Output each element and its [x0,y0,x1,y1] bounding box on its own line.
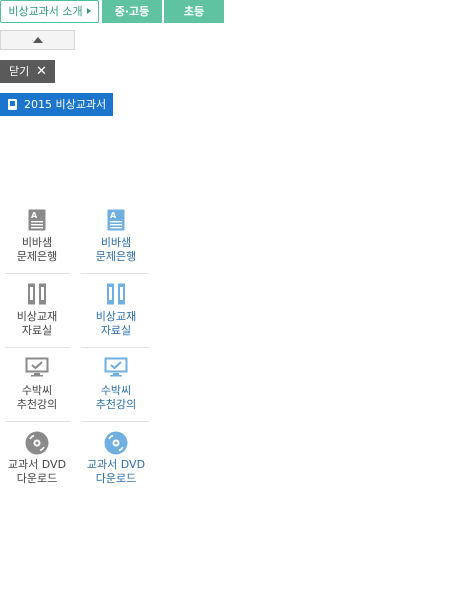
disc-icon [25,431,49,455]
dvd-download-line2: 다운로드 [16,472,58,485]
book-icon [8,99,17,110]
recommended-lecture-line2: 추천강의 [95,398,137,411]
binder-icon [28,283,46,305]
chevron-up-icon [33,37,43,43]
svg-text:A: A [110,211,117,220]
material-library-link-blue[interactable]: 비상교재 자료실 [79,274,153,347]
tab-textbook-intro-label: 비상교과서 소개 [8,5,83,18]
recommended-lecture-line1: 수박씨 [21,384,53,397]
dvd-download-line1: 교과서 DVD [7,458,67,471]
dvd-download-line1: 교과서 DVD [86,458,146,471]
quick-menu-row: 수박씨 추천강의 수박씨 추천강의 [0,348,150,422]
question-bank-line1: 비바샘 [100,236,132,249]
close-button-label: 닫기 [9,65,30,78]
quick-menu-row: A 비바샘 문제은행 A 비바샘 문제은행 [0,200,150,274]
quick-menu-row: 교과서 DVD 다운로드 교과서 DVD 다운로드 [0,422,150,496]
tab-middle-high[interactable]: 중·고등 [102,0,162,23]
question-bank-line1: 비바샘 [21,236,53,249]
material-library-line1: 비상교재 [16,310,58,323]
recommended-lecture-line2: 추천강의 [16,398,58,411]
disc-icon [104,431,128,455]
collapse-button[interactable] [0,30,75,50]
close-button[interactable]: 닫기 ✕ [0,60,55,83]
tab-textbook-intro[interactable]: 비상교과서 소개 [0,0,99,23]
monitor-check-icon [25,357,49,377]
monitor-check-icon [104,357,128,377]
material-library-line2: 자료실 [21,324,53,337]
question-bank-link-gray[interactable]: A 비바샘 문제은행 [0,200,74,273]
svg-text:A: A [31,211,38,220]
dvd-download-link-gray[interactable]: 교과서 DVD 다운로드 [0,422,74,495]
material-library-line1: 비상교재 [95,310,137,323]
textbook-2015-label: 2015 비상교과서 [24,98,107,111]
dvd-download-link-blue[interactable]: 교과서 DVD 다운로드 [79,422,153,495]
question-bank-icon: A [28,209,46,231]
tab-elementary[interactable]: 초등 [164,0,224,23]
question-bank-link-blue[interactable]: A 비바샘 문제은행 [79,200,153,273]
textbook-2015-button[interactable]: 2015 비상교과서 [0,93,113,116]
quick-menu-row: 비상교재 자료실 비상교재 자료실 [0,274,150,348]
binder-icon [107,283,125,305]
recommended-lecture-line1: 수박씨 [100,384,132,397]
question-bank-line2: 문제은행 [95,250,137,263]
chevron-right-icon [86,8,91,14]
close-icon: ✕ [36,64,47,79]
recommended-lecture-link-blue[interactable]: 수박씨 추천강의 [79,348,153,421]
material-library-line2: 자료실 [100,324,132,337]
recommended-lecture-link-gray[interactable]: 수박씨 추천강의 [0,348,74,421]
question-bank-icon: A [107,209,125,231]
question-bank-line2: 문제은행 [16,250,58,263]
quick-menu-grid: A 비바샘 문제은행 A 비바샘 문제은행 비상교재 자료실 비상교재 자료실 … [0,200,150,496]
dvd-download-line2: 다운로드 [95,472,137,485]
material-library-link-gray[interactable]: 비상교재 자료실 [0,274,74,347]
